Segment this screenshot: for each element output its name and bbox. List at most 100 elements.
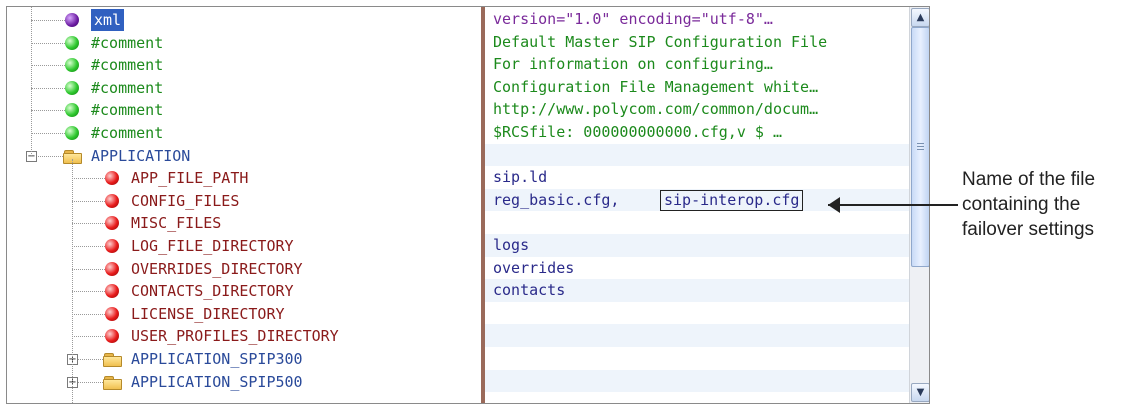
annotation-line: containing the xyxy=(962,194,1081,215)
tree-guide xyxy=(31,7,33,156)
purple-ball-icon xyxy=(65,13,79,27)
red-ball-icon xyxy=(105,216,119,231)
value-text: logs xyxy=(493,236,530,254)
tree-node[interactable]: #comment xyxy=(7,54,481,76)
value-row[interactable] xyxy=(485,143,909,167)
scroll-thumb[interactable] xyxy=(911,27,929,267)
folder-icon xyxy=(103,353,122,367)
tree-node[interactable]: #comment xyxy=(7,99,481,121)
value-row[interactable]: Configuration File Management white… xyxy=(485,76,909,99)
green-ball-icon xyxy=(65,103,79,118)
tree-node[interactable]: APP_FILE_PATH xyxy=(7,167,481,189)
tree-connector xyxy=(72,268,105,271)
tree-node-label: OVERRIDES_DIRECTORY xyxy=(131,259,303,278)
annotation-callout: Name of the file containing the failover… xyxy=(962,167,1122,242)
tree-connector xyxy=(72,313,105,316)
value-text: Configuration File Management white… xyxy=(493,77,819,96)
value-row[interactable]: logs xyxy=(485,234,909,257)
value-text: reg_basic.cfg, xyxy=(493,190,620,209)
tree-node-label: xml xyxy=(91,9,125,31)
value-text: contacts xyxy=(493,281,566,300)
value-text: overrides xyxy=(493,258,575,277)
value-text: For information on configuring… xyxy=(493,55,773,74)
value-row[interactable]: version="1.0" encoding="utf-8"… xyxy=(485,8,909,31)
tree-connector xyxy=(72,223,105,225)
tree-node[interactable]: + APPLICATION_SPIP300 xyxy=(7,348,481,370)
tree-connector xyxy=(31,42,65,45)
highlighted-filename: sip-interop.cfg xyxy=(660,189,804,211)
tree-node-label: APPLICATION xyxy=(91,146,191,165)
tree-node-label: #comment xyxy=(91,33,164,52)
value-row[interactable] xyxy=(485,347,909,370)
tree-connector xyxy=(72,178,105,180)
folder-icon xyxy=(103,375,122,390)
red-ball-icon xyxy=(105,329,119,344)
tree-node[interactable]: #comment xyxy=(7,77,481,99)
tree-node[interactable]: LICENSE_DIRECTORY xyxy=(7,303,481,325)
tree-node-label: MISC_FILES xyxy=(131,214,222,233)
value-row[interactable] xyxy=(485,211,909,234)
red-ball-icon xyxy=(105,261,119,276)
tree-connector xyxy=(72,200,105,203)
tree-node-label: #comment xyxy=(91,101,164,120)
tree-node[interactable]: − APPLICATION xyxy=(7,145,481,167)
tree-connector xyxy=(31,110,65,112)
tree-node[interactable]: OVERRIDES_DIRECTORY xyxy=(7,258,481,280)
tree-node[interactable]: USER_PROFILES_DIRECTORY xyxy=(7,325,481,347)
tree-node[interactable]: CONFIG_FILES xyxy=(7,190,481,212)
tree-node-label: LOG_FILE_DIRECTORY xyxy=(131,237,294,255)
value-row[interactable]: Default Master SIP Configuration File xyxy=(485,31,909,54)
tree-node[interactable]: LOG_FILE_DIRECTORY xyxy=(7,235,481,257)
tree-node[interactable]: #comment xyxy=(7,122,481,144)
value-row[interactable] xyxy=(485,369,909,393)
tree-guide xyxy=(72,158,74,403)
green-ball-icon xyxy=(65,58,79,73)
red-ball-icon xyxy=(105,171,119,186)
annotation-line: failover settings xyxy=(962,219,1095,240)
tree-node-label: APPLICATION_SPIP300 xyxy=(131,350,303,368)
value-text: http://www.polycom.com/common/docum… xyxy=(493,100,819,119)
red-ball-icon xyxy=(105,284,119,299)
scroll-up-button[interactable]: ▲ xyxy=(911,8,929,27)
tree-node-label: CONTACTS_DIRECTORY xyxy=(131,282,294,301)
tree-connector xyxy=(72,291,105,293)
value-text: Default Master SIP Configuration File xyxy=(493,32,828,51)
value-row[interactable]: contacts xyxy=(485,279,909,302)
value-text: $RCSfile: 000000000000.cfg,v $ … xyxy=(493,123,782,141)
tree-node-label: CONFIG_FILES xyxy=(131,191,240,210)
arrow-left-icon xyxy=(828,197,840,213)
green-ball-icon xyxy=(65,35,79,50)
value-row[interactable]: For information on configuring… xyxy=(485,53,909,76)
value-row[interactable]: $RCSfile: 000000000000.cfg,v $ … xyxy=(485,121,909,144)
xml-tree-pane: xml #comment #comment #comment #comment #comm… xyxy=(7,7,481,403)
value-text: sip.ld xyxy=(493,168,548,187)
tree-connector xyxy=(31,133,65,135)
value-row[interactable] xyxy=(485,302,909,325)
value-text: version="1.0" encoding="utf-8"… xyxy=(493,10,773,28)
scroll-down-button[interactable]: ▼ xyxy=(911,383,929,402)
tree-node-label: #comment xyxy=(91,124,164,142)
tree-node-label: USER_PROFILES_DIRECTORY xyxy=(131,327,339,346)
value-row[interactable]: sip.ld xyxy=(485,166,909,189)
tree-node[interactable]: CONTACTS_DIRECTORY xyxy=(7,280,481,302)
tree-connector xyxy=(72,246,105,248)
value-row[interactable]: reg_basic.cfg, sip-interop.cfg xyxy=(485,188,909,212)
value-row[interactable]: overrides xyxy=(485,257,909,280)
green-ball-icon xyxy=(65,126,79,140)
tree-connector xyxy=(72,336,105,338)
tree-node-label: APP_FILE_PATH xyxy=(131,169,249,188)
value-row[interactable]: http://www.polycom.com/common/docum… xyxy=(485,98,909,121)
green-ball-icon xyxy=(65,80,79,95)
tree-node[interactable]: xml xyxy=(7,9,481,31)
value-row[interactable] xyxy=(485,324,909,347)
tree-node[interactable]: + APPLICATION_SPIP500 xyxy=(7,371,481,393)
red-ball-icon xyxy=(105,239,119,253)
tree-node-label: LICENSE_DIRECTORY xyxy=(131,304,285,323)
tree-node[interactable]: MISC_FILES xyxy=(7,212,481,234)
tree-connector xyxy=(31,87,65,90)
tree-connector xyxy=(31,20,65,22)
red-ball-icon xyxy=(105,193,119,208)
annotation-line: Name of the file xyxy=(962,169,1096,190)
tree-connector xyxy=(31,65,65,67)
tree-node[interactable]: #comment xyxy=(7,32,481,54)
